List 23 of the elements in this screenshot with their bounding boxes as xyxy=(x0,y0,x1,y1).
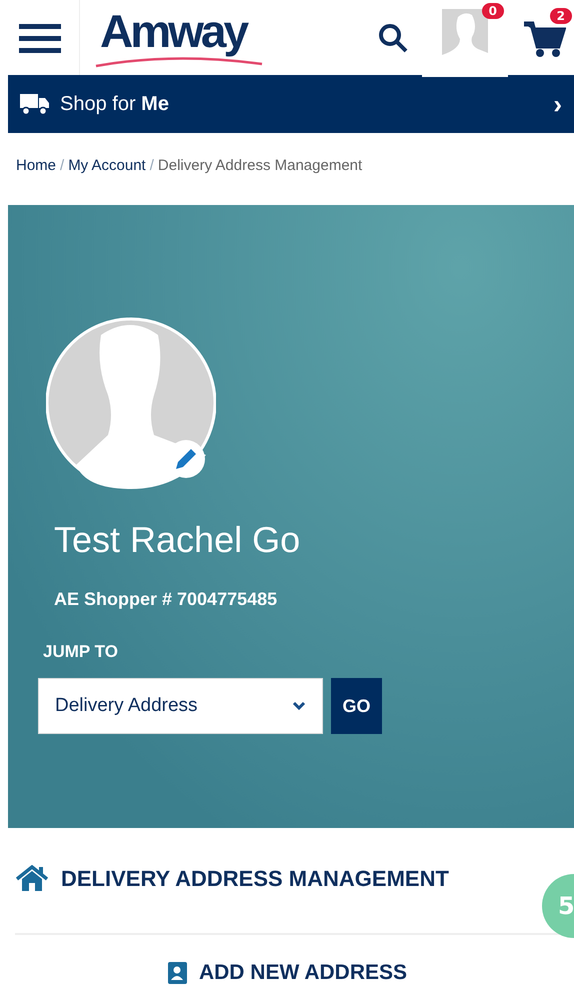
cart-count-badge: 2 xyxy=(550,8,572,24)
chevron-icon xyxy=(292,701,306,711)
menu-icon xyxy=(18,22,60,54)
profile-icon[interactable] xyxy=(440,6,490,56)
home-icon xyxy=(15,864,49,892)
breadcrumb-separator: / xyxy=(150,157,154,174)
jump-to-label: JUMP TO xyxy=(43,642,119,662)
breadcrumb-link[interactable]: My Account xyxy=(68,157,146,174)
add-address-button[interactable]: ADD NEW ADDRESS xyxy=(166,961,408,985)
shop-for-me-bar[interactable]: Shop for Me › xyxy=(8,75,574,133)
address-book-icon xyxy=(166,961,189,985)
search-icon[interactable] xyxy=(378,22,408,52)
breadcrumb-current-page: Delivery Address Management xyxy=(158,157,362,174)
go-button[interactable]: GO xyxy=(331,678,382,734)
wishlist-count-badge: 0 xyxy=(482,2,504,18)
step-badge: 5 xyxy=(542,874,574,938)
truck-icon xyxy=(20,92,50,116)
profile-name: Test Rachel Go xyxy=(54,519,302,561)
shopper-number: AE Shopper # 7004775485 xyxy=(54,589,278,610)
section-title: DELIVERY ADDRESS MANAGEMENT xyxy=(61,866,449,892)
breadcrumb-link[interactable]: Home xyxy=(16,157,56,174)
jump-to-dropdown[interactable]: Delivery Address xyxy=(38,678,323,734)
breadcrumb-separator: / xyxy=(60,157,64,174)
